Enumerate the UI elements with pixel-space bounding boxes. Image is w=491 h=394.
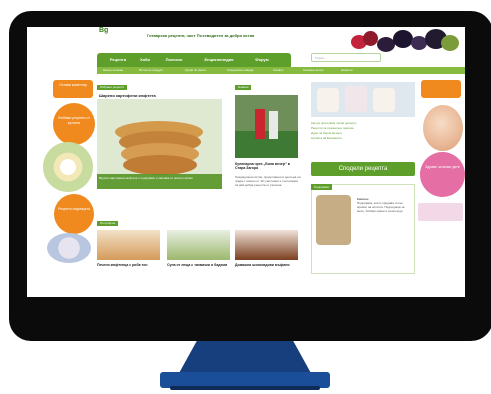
nav-item-forum[interactable]: Форум xyxy=(247,56,277,64)
news-image[interactable] xyxy=(235,95,298,158)
thumb-caption[interactable]: Домашни шоколадови мъфини xyxy=(235,263,301,267)
share-recipe-button[interactable]: Сподели рецепта xyxy=(311,162,415,176)
monitor-stand-neck xyxy=(178,341,312,375)
spice-box-text: Кимион Подправка, която придава топъл ар… xyxy=(357,197,407,213)
desserts-image[interactable] xyxy=(311,82,415,117)
thumb-image[interactable] xyxy=(97,230,160,260)
spice-box-description: Подправка, която придава топъл аромат на… xyxy=(357,201,405,213)
sub-nav-item[interactable]: Напитки xyxy=(341,68,353,72)
thumb-image[interactable] xyxy=(235,230,298,260)
site-logo[interactable]: Bg xyxy=(99,27,139,35)
monitor-screen: Bg Готварски рецепти, чист Пътеводител з… xyxy=(27,27,465,297)
sub-nav-item[interactable]: Салати xyxy=(273,68,283,72)
left-ad-circle[interactable]: Любими рецепти от кухнята xyxy=(53,103,95,145)
monitor-stand-shadow xyxy=(170,386,320,390)
sub-nav-item[interactable]: Сезонни ястия xyxy=(303,68,323,72)
thumb-caption[interactable]: Супа от леща с тиквички и бадеми xyxy=(167,263,233,267)
main-nav: Рецепти Хоби Полезно Енциклопедия Форум xyxy=(97,53,291,67)
spice-image xyxy=(316,195,351,245)
thumb-caption[interactable]: Печени кюфтенца с риба тон xyxy=(97,263,163,267)
left-ad-top-label[interactable]: Остави коментар xyxy=(53,80,93,98)
nav-item-encyclopedia[interactable]: Енциклопедия xyxy=(193,56,245,64)
sub-nav-item[interactable]: Ястия по продукт xyxy=(139,68,163,72)
feature-caption: Вкусни картофени кюфтета с подправки и з… xyxy=(97,174,222,189)
sub-nav-item[interactable]: Начин готвене xyxy=(103,68,123,72)
sub-nav-item[interactable]: Специални поводи xyxy=(227,68,253,72)
left-ad-circle-text: Любими рецепти от кухнята xyxy=(58,116,90,125)
spice-box-tag: Подправки xyxy=(311,184,333,190)
nav-item-hobby[interactable]: Хоби xyxy=(135,56,155,64)
news-section-tag: Новини xyxy=(235,85,252,90)
baby-image xyxy=(423,105,463,151)
product-box-image xyxy=(418,203,463,221)
news-title[interactable]: Кулинарна чрез „Бяла вечер“ в Стара Заго… xyxy=(235,162,301,170)
right-links-list: Как да приготвим лесни десерти Рецепти з… xyxy=(311,121,415,141)
sub-nav-item[interactable]: Кухни по света xyxy=(185,68,206,72)
left-ad-bottom-label: Рецепта седмицата xyxy=(58,207,90,211)
feature-section-tag: Избрани рецепти xyxy=(97,85,128,90)
feature-title[interactable]: Шарени картофени кюфтета xyxy=(99,93,156,98)
news-text: Традиционни ястия, представени в центъра… xyxy=(235,175,301,187)
flowers-image xyxy=(47,233,91,263)
right-ad-label[interactable] xyxy=(421,80,461,98)
thumbs-section-tag: Популярни xyxy=(97,221,119,226)
chamomile-image xyxy=(43,142,93,192)
berries-banner-image xyxy=(341,27,465,54)
site-tagline: Готварски рецепти, чист Пътеводител за д… xyxy=(147,33,255,38)
nav-item-recipes[interactable]: Рецепти xyxy=(103,56,133,64)
thumb-image[interactable] xyxy=(167,230,230,260)
sub-nav: Начин готвене Ястия по продукт Кухни по … xyxy=(97,67,465,74)
search-input[interactable]: Търси... xyxy=(311,53,381,62)
left-ad-bottom-circle[interactable]: Рецепта седмицата xyxy=(54,194,94,234)
right-link[interactable]: Кухнята на Балканите xyxy=(311,136,415,141)
right-ad-circle[interactable]: Здраве за всяко дете xyxy=(420,152,465,197)
nav-item-useful[interactable]: Полезно xyxy=(159,56,189,64)
